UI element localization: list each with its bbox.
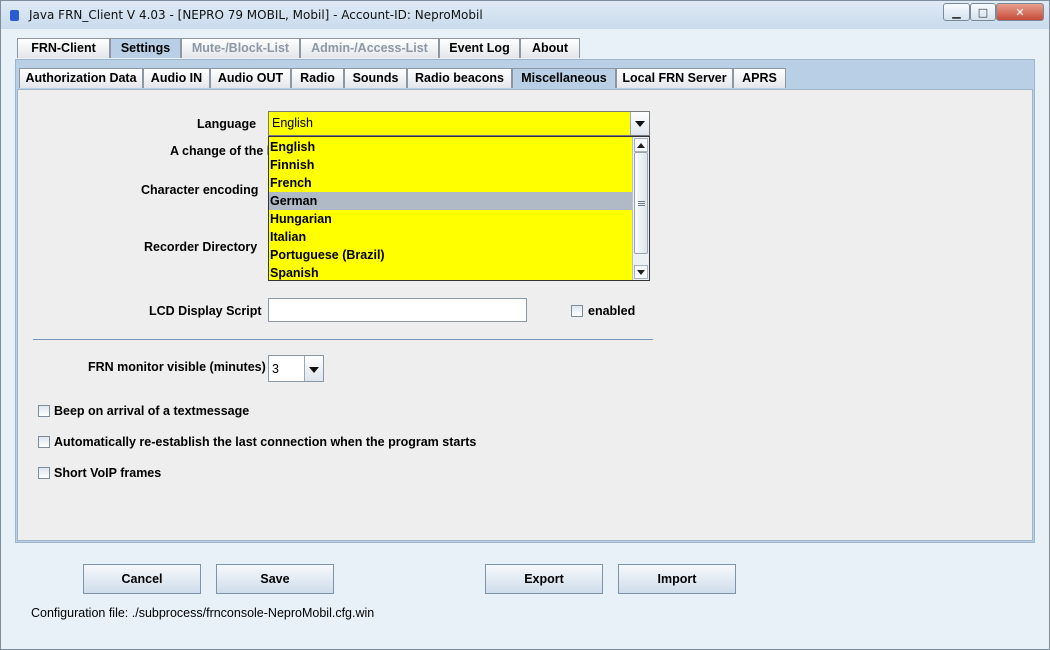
beep-textmessage-label: Beep on arrival of a textmessage <box>54 404 250 418</box>
language-option-english[interactable]: English <box>269 138 634 156</box>
window-title: Java FRN_Client V 4.03 - [NEPRO 79 MOBIL… <box>29 8 483 22</box>
language-select[interactable]: English <box>268 111 650 136</box>
frn-monitor-minutes-select[interactable]: 3 <box>268 355 324 382</box>
character-encoding-label: Character encoding <box>141 183 259 197</box>
subtab-audio-out[interactable]: Audio OUT <box>210 68 291 88</box>
language-option-german[interactable]: German <box>269 192 634 210</box>
frn-monitor-visible-label: FRN monitor visible (minutes) <box>88 360 266 374</box>
cancel-button[interactable]: Cancel <box>83 564 201 594</box>
language-option-french[interactable]: French <box>269 174 634 192</box>
language-label: Language <box>197 117 257 131</box>
language-option-spanish[interactable]: Spanish <box>269 264 634 280</box>
recorder-directory-label: Recorder Directory <box>144 240 258 254</box>
import-button[interactable]: Import <box>618 564 736 594</box>
chevron-down-icon <box>309 367 319 373</box>
maximize-icon: □ <box>977 6 989 19</box>
close-button[interactable]: ✕ <box>996 3 1044 21</box>
subtab-local-frn-server[interactable]: Local FRN Server <box>616 68 733 88</box>
lcd-enabled-label: enabled <box>588 304 636 318</box>
maximize-button[interactable]: □ <box>970 3 996 21</box>
section-divider <box>33 339 653 340</box>
tab-mute-block-list[interactable]: Mute-/Block-List <box>181 38 300 58</box>
subtab-radio-beacons[interactable]: Radio beacons <box>407 68 512 88</box>
close-icon: ✕ <box>1015 6 1025 19</box>
chevron-up-icon <box>637 143 645 148</box>
lcd-display-script-label: LCD Display Script <box>149 304 262 318</box>
tab-about[interactable]: About <box>520 38 580 58</box>
dropdown-scrollbar[interactable] <box>632 137 649 280</box>
short-voip-frames-checkbox[interactable] <box>38 467 50 479</box>
export-button[interactable]: Export <box>485 564 603 594</box>
tab-settings[interactable]: Settings <box>110 38 181 58</box>
chevron-down-icon <box>635 121 645 127</box>
chevron-down-icon <box>637 270 645 275</box>
language-change-note: A change of the la <box>170 144 278 158</box>
short-voip-frames-label: Short VoIP frames <box>54 466 162 480</box>
save-button[interactable]: Save <box>216 564 334 594</box>
auto-reconnect-checkbox[interactable] <box>38 436 50 448</box>
minimize-icon: ▁ <box>952 6 961 19</box>
auto-reconnect-label: Automatically re-establish the last conn… <box>54 435 477 449</box>
grip-icon <box>638 201 645 202</box>
subtab-miscellaneous[interactable]: Miscellaneous <box>512 68 616 88</box>
app-window: Java FRN_Client V 4.03 - [NEPRO 79 MOBIL… <box>0 0 1050 650</box>
subtab-radio[interactable]: Radio <box>291 68 344 88</box>
subtab-sounds[interactable]: Sounds <box>344 68 407 88</box>
java-lock-icon <box>10 10 19 21</box>
tab-admin-access-list[interactable]: Admin-/Access-List <box>300 38 439 58</box>
subtab-authorization-data[interactable]: Authorization Data <box>19 68 143 88</box>
beep-textmessage-checkbox[interactable] <box>38 405 50 417</box>
lcd-display-script-input[interactable] <box>268 298 527 322</box>
subtab-aprs[interactable]: APRS <box>733 68 786 88</box>
tab-event-log[interactable]: Event Log <box>439 38 520 58</box>
configuration-file-path: Configuration file: ./subprocess/frncons… <box>31 606 375 620</box>
language-selected-value: English <box>272 116 313 130</box>
language-dropdown-arrow[interactable] <box>630 112 649 135</box>
language-option-portuguese-brazil[interactable]: Portuguese (Brazil) <box>269 246 634 264</box>
language-option-italian[interactable]: Italian <box>269 228 634 246</box>
lcd-enabled-checkbox[interactable] <box>571 305 583 317</box>
tab-frn-client[interactable]: FRN-Client <box>17 38 110 58</box>
frn-monitor-minutes-value: 3 <box>272 362 279 376</box>
scroll-up-button[interactable] <box>634 138 648 152</box>
scroll-thumb[interactable] <box>634 152 648 254</box>
subtab-audio-in[interactable]: Audio IN <box>143 68 210 88</box>
language-dropdown-list: English Finnish French German Hungarian … <box>268 136 650 281</box>
minimize-button[interactable]: ▁ <box>943 3 970 21</box>
language-option-finnish[interactable]: Finnish <box>269 156 634 174</box>
scroll-down-button[interactable] <box>634 265 648 279</box>
title-bar[interactable]: Java FRN_Client V 4.03 - [NEPRO 79 MOBIL… <box>1 1 1049 29</box>
minutes-dropdown-arrow[interactable] <box>304 356 323 381</box>
language-option-hungarian[interactable]: Hungarian <box>269 210 634 228</box>
